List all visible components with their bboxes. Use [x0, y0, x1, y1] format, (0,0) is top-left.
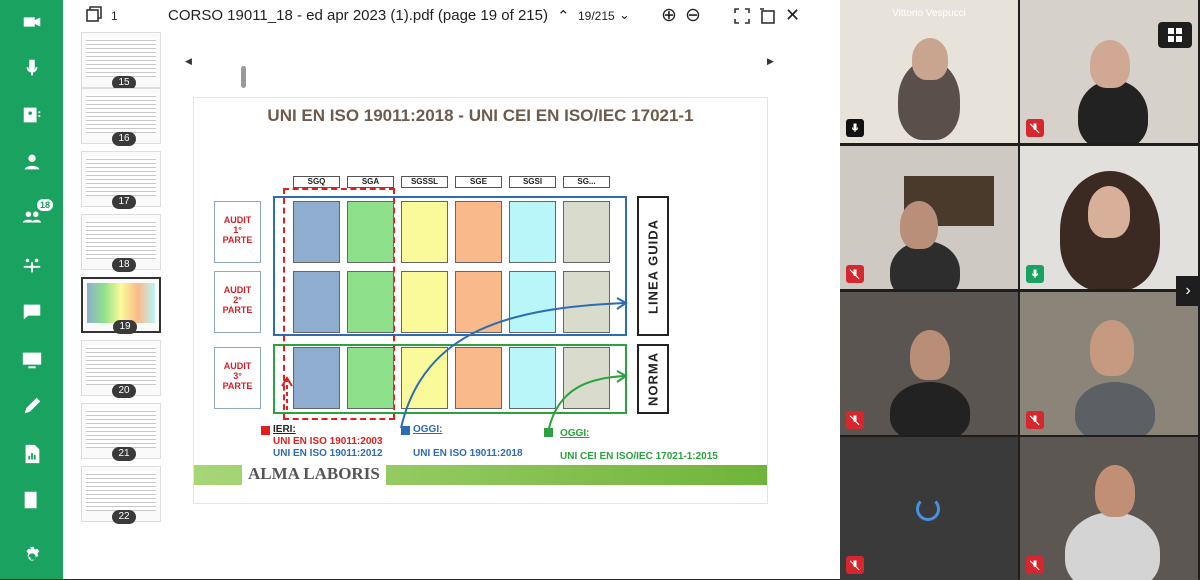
participant-tile[interactable] [1020, 437, 1198, 580]
collapse-left-icon[interactable]: ◀ [185, 56, 192, 67]
thumbnail-page[interactable]: 15 [81, 32, 161, 90]
contacts-button[interactable] [0, 95, 63, 135]
participant-name: Vittorio Vespucci [892, 8, 966, 19]
participants-grid: Vittorio Vespucci › [840, 0, 1200, 580]
prev-page-icon[interactable]: ⌃ [557, 7, 570, 25]
notes-icon [24, 491, 37, 509]
participant-tile[interactable] [840, 146, 1018, 289]
files-button[interactable] [0, 434, 63, 474]
grid-icon [1168, 28, 1182, 42]
window-stack-icon[interactable] [85, 5, 103, 27]
legend-ieri-std2: UNI EN ISO 19011:2012 [273, 448, 383, 459]
legend-oggi-label: OGGI: [413, 424, 443, 435]
thumbnail-page[interactable]: 18 [81, 214, 161, 272]
mic-on-status [1026, 265, 1044, 283]
camera-icon [23, 17, 40, 27]
mic-status [846, 119, 864, 137]
chat-icon [23, 304, 40, 320]
breakout-button[interactable] [0, 245, 63, 285]
legend-red-square [261, 426, 270, 435]
loading-spinner-icon [916, 497, 940, 521]
fullscreen-icon[interactable] [759, 8, 775, 28]
legend-blue-square [401, 426, 410, 435]
microphone-off-icon [849, 415, 860, 426]
participants-button[interactable]: 18 [0, 197, 63, 237]
legend-ieri-label: IERI: [273, 424, 296, 435]
legend-oggi2-label: OGGI: [560, 428, 590, 439]
collapse-right-icon[interactable]: ▶ [767, 56, 774, 67]
document-title: CORSO 19011_18 - ed apr 2023 (1).pdf (pa… [168, 7, 548, 24]
thumbnail-page[interactable]: 16 [81, 88, 161, 146]
participant-tile[interactable] [1020, 0, 1198, 143]
layout-grid-button[interactable] [1158, 22, 1192, 48]
zoom-in-icon[interactable]: ⊕ [661, 4, 677, 27]
pencil-icon [24, 397, 40, 414]
next-page-icon[interactable]: ⌄ [619, 7, 630, 23]
camera-button[interactable] [0, 2, 63, 42]
profile-button[interactable] [0, 142, 63, 182]
microphone-off-icon [1029, 123, 1040, 134]
fit-page-icon[interactable] [734, 8, 750, 28]
mic-muted-status [846, 556, 864, 574]
pdf-viewer: 1 CORSO 19011_18 - ed apr 2023 (1).pdf (… [63, 0, 890, 579]
microphone-off-icon [1029, 560, 1040, 571]
alma-laboris-logo: ALMA LABORIS [242, 463, 386, 485]
mic-muted-status [1026, 119, 1044, 137]
zoom-out-icon[interactable]: ⊖ [685, 4, 701, 27]
thumbnail-page[interactable]: 20 [81, 340, 161, 398]
mic-muted-status [1026, 556, 1044, 574]
mic-muted-status [1026, 411, 1044, 429]
breakout-icon [23, 258, 40, 273]
participants-count-badge: 18 [37, 199, 54, 211]
participant-tile[interactable] [840, 292, 1018, 435]
participant-tile[interactable] [1020, 146, 1198, 289]
settings-button[interactable] [0, 537, 63, 577]
legend-oggi2-std: UNI CEI EN ISO/IEC 17021-1:2015 [560, 451, 718, 462]
microphone-icon [851, 123, 859, 132]
mic-muted-status [846, 265, 864, 283]
microphone-off-icon [1029, 415, 1040, 426]
window-count: 1 [111, 9, 118, 23]
microphone-icon [25, 59, 38, 76]
legend-oggi-std: UNI EN ISO 19011:2018 [413, 448, 523, 459]
chat-button[interactable] [0, 292, 63, 332]
gear-icon [26, 546, 39, 561]
thumbnail-page[interactable]: 21 [81, 403, 161, 461]
share-screen-icon [22, 352, 41, 369]
mic-muted-status [846, 411, 864, 429]
sidebar-rail: 18 [0, 0, 63, 579]
close-icon[interactable]: ✕ [785, 5, 800, 26]
participant-tile[interactable] [1020, 292, 1198, 435]
thumbnail-page-selected[interactable]: 19 [81, 277, 161, 334]
thumbnail-page[interactable]: 17 [81, 151, 161, 209]
participant-tile[interactable]: Vittorio Vespucci [840, 0, 1018, 143]
thumbnail-scrollbar[interactable] [241, 66, 246, 88]
microphone-off-icon [849, 560, 860, 571]
whiteboard-button[interactable] [0, 386, 63, 426]
participant-tile[interactable] [840, 437, 1018, 580]
share-screen-button[interactable] [0, 340, 63, 380]
contacts-icon [23, 107, 40, 123]
microphone-icon [1031, 269, 1039, 278]
slide-page: UNI EN ISO 19011:2018 - UNI CEI EN ISO/I… [193, 97, 768, 504]
thumbnail-page[interactable]: 22 [81, 466, 161, 524]
report-icon [25, 444, 39, 464]
notes-button[interactable] [0, 480, 63, 520]
microphone-off-icon [849, 269, 860, 280]
next-participants-chevron-icon[interactable]: › [1176, 276, 1200, 306]
page-indicator: 19/215 [578, 9, 615, 23]
viewer-toolbar: 1 CORSO 19011_18 - ed apr 2023 (1).pdf (… [63, 0, 840, 32]
legend-green-square [544, 428, 553, 437]
legend-ieri-std1: UNI EN ISO 19011:2003 [273, 436, 383, 447]
person-icon [24, 154, 39, 170]
microphone-button[interactable] [0, 48, 63, 88]
